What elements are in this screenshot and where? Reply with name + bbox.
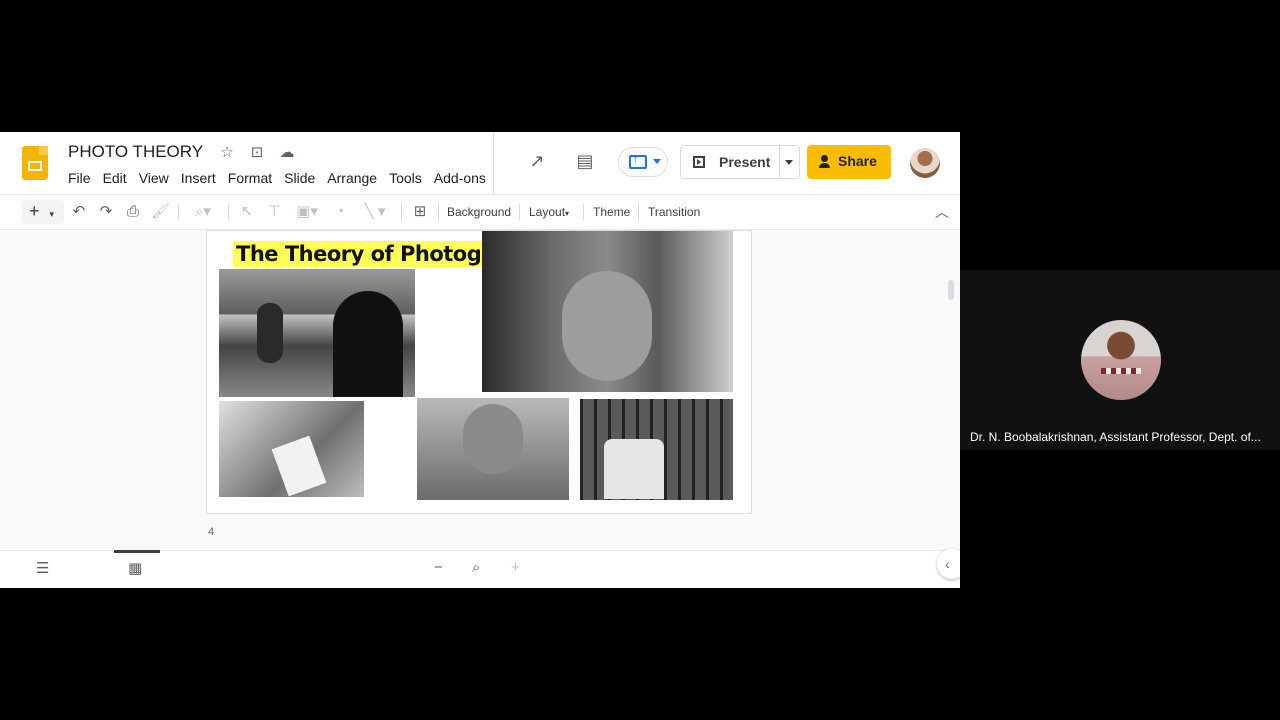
redo-icon[interactable]: ↷ (97, 202, 115, 222)
photo-girl-crying[interactable] (482, 231, 733, 392)
layout-label: Layout (529, 205, 566, 219)
print-icon[interactable]: ⎙ (124, 202, 142, 222)
slides-logo-icon[interactable] (22, 146, 48, 180)
plus-label: + (29, 201, 40, 221)
top-bar: PHOTO THEORY ☆ ⊡ ☁ File Edit View Insert… (0, 132, 960, 194)
divider (438, 203, 439, 221)
chevron-down-icon: ▾ (565, 209, 570, 218)
menu-tools[interactable]: Tools (389, 170, 422, 186)
present-in-meeting-button[interactable] (618, 147, 668, 177)
photo-crying-child[interactable] (417, 398, 569, 500)
editing-toolbar: + ▾ ↶ ↷ ⎙ 🖌 ⌕▾ ↖ ⊤ ▣▾ ◔ ╲ ▾ ⊞ Background … (0, 194, 960, 230)
transition-button[interactable]: Transition (648, 205, 700, 219)
slideshow-icon (693, 156, 705, 168)
image-icon[interactable]: ▣▾ (292, 202, 322, 222)
move-folder-icon[interactable]: ⊡ (248, 144, 266, 162)
grid-view-icon[interactable]: ▦ (128, 559, 142, 577)
paint-format-icon[interactable]: 🖌 (151, 202, 170, 222)
divider (638, 203, 639, 221)
photo-man-at-window[interactable] (219, 269, 415, 397)
document-title[interactable]: PHOTO THEORY (68, 142, 203, 162)
active-view-indicator (114, 550, 160, 553)
title-actions: ☆ ⊡ ☁ (218, 144, 296, 162)
share-label: Share (838, 153, 877, 169)
line-icon[interactable]: ╲ ▾ (358, 202, 392, 222)
chevron-down-icon: ▾ (49, 209, 55, 219)
shape-icon[interactable]: ◔ (330, 202, 350, 222)
menu-insert[interactable]: Insert (181, 170, 216, 186)
slide-canvas: The Theory of Photography 4 (0, 230, 960, 550)
participant-avatar[interactable] (1081, 320, 1161, 400)
menu-bar: File Edit View Insert Format Slide Arran… (68, 170, 498, 186)
zoom-out-icon[interactable]: − (434, 559, 443, 576)
photo-man-behind-bars[interactable] (580, 399, 733, 500)
zoom-icon[interactable]: ⌕ (472, 559, 480, 576)
participant-name: Dr. N. Boobalakrishnan, Assistant Profes… (970, 430, 1261, 444)
menu-arrange[interactable]: Arrange (327, 170, 377, 186)
google-slides-window: PHOTO THEORY ☆ ⊡ ☁ File Edit View Insert… (0, 132, 960, 588)
divider (178, 203, 179, 221)
select-cursor-icon[interactable]: ↖ (238, 202, 256, 222)
share-button[interactable]: Share (807, 145, 891, 179)
zoom-icon[interactable]: ⌕▾ (188, 202, 218, 222)
divider (401, 203, 402, 221)
slide[interactable]: The Theory of Photography (206, 230, 752, 514)
vertical-scrollbar[interactable] (948, 280, 954, 300)
comment-history-icon[interactable]: ▤ (576, 152, 594, 170)
chevron-left-icon[interactable]: ‹ (937, 549, 960, 579)
divider (228, 203, 229, 221)
text-box-icon[interactable]: ⊤ (264, 202, 284, 222)
background-button[interactable]: Background (447, 205, 511, 219)
menu-slide[interactable]: Slide (284, 170, 315, 186)
zoom-in-icon[interactable]: + (511, 559, 520, 576)
divider (519, 203, 520, 221)
cloud-status-icon[interactable]: ☁ (278, 144, 296, 162)
bottom-bar: ☰ ▦ − ⌕ + ‹ (0, 549, 960, 588)
add-comment-icon[interactable]: ⊞ (410, 202, 430, 222)
layout-button[interactable]: Layout▾ (529, 205, 569, 219)
menu-add-ons[interactable]: Add-ons (434, 170, 486, 186)
filmstrip-view-icon[interactable]: ☰ (36, 559, 49, 577)
divider (493, 132, 494, 194)
theme-button[interactable]: Theme (593, 205, 630, 219)
present-label: Present (719, 154, 771, 170)
present-to-meeting-icon (629, 153, 647, 169)
video-tile: Dr. N. Boobalakrishnan, Assistant Profes… (960, 270, 1280, 450)
undo-icon[interactable]: ↶ (70, 202, 88, 222)
present-button[interactable]: Present (680, 145, 780, 179)
activity-dashboard-icon[interactable]: ↗ (528, 152, 546, 170)
account-avatar[interactable] (910, 148, 940, 178)
menu-edit[interactable]: Edit (103, 170, 127, 186)
star-icon[interactable]: ☆ (218, 144, 236, 162)
photo-embrace[interactable] (219, 401, 364, 497)
new-slide-button[interactable]: + ▾ (22, 200, 64, 224)
chevron-down-icon (653, 159, 661, 164)
menu-file[interactable]: File (68, 170, 91, 186)
menu-view[interactable]: View (139, 170, 169, 186)
chevron-up-icon[interactable]: ︿ (935, 202, 949, 222)
person-icon (819, 155, 833, 169)
present-options-dropdown[interactable] (779, 145, 800, 179)
slide-number: 4 (208, 526, 215, 538)
menu-format[interactable]: Format (228, 170, 272, 186)
divider (583, 203, 584, 221)
